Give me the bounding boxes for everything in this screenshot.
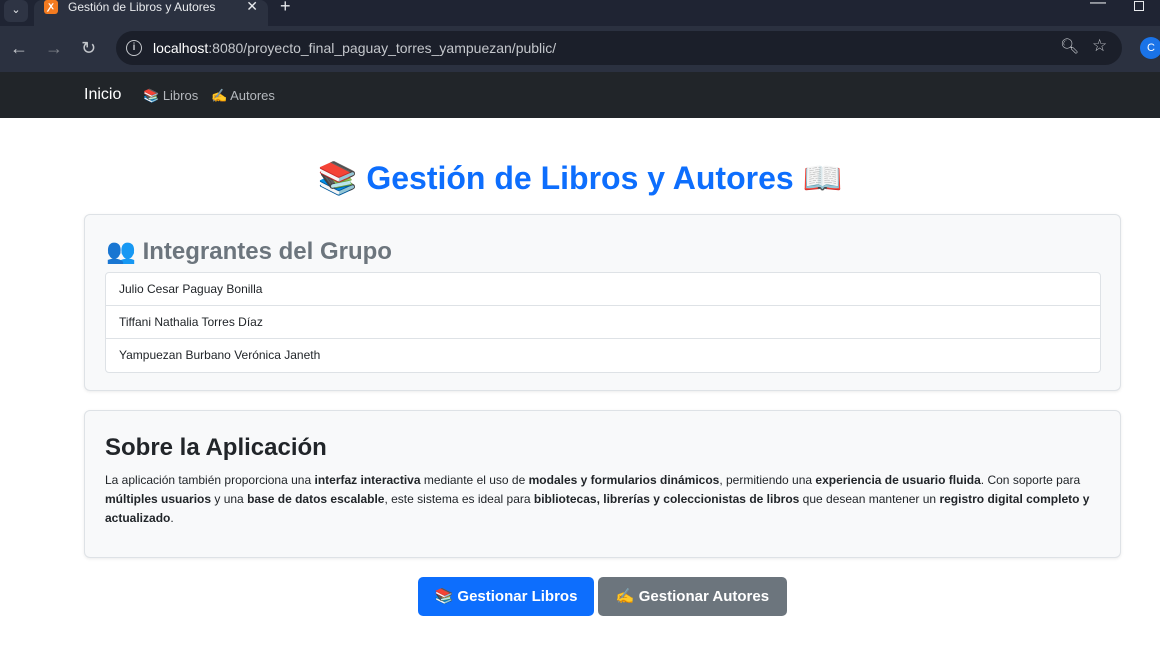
text-segment: La aplicación también proporciona una: [105, 473, 315, 487]
about-heading: Sobre la Aplicación: [105, 434, 327, 461]
team-heading-text: Integrantes del Grupo: [142, 238, 392, 265]
list-item: Julio Cesar Paguay Bonilla: [106, 273, 1100, 306]
site-info-icon[interactable]: i: [126, 40, 142, 56]
about-description: La aplicación también proporciona una in…: [105, 471, 1101, 528]
writing-hand-icon: ✍️: [211, 88, 228, 103]
text-segment: , permitiendo una: [719, 473, 816, 487]
text-segment: y una: [211, 492, 248, 506]
back-arrow-icon[interactable]: ←: [10, 38, 28, 58]
window-maximize-icon[interactable]: [1134, 1, 1144, 11]
navbar-brand-inicio[interactable]: Inicio: [84, 86, 121, 104]
text-segment-bold: interfaz interactiva: [314, 473, 421, 487]
people-icon: 👥: [106, 238, 136, 265]
tab-title: Gestión de Libros y Autores: [68, 0, 216, 14]
writing-hand-icon: ✍️: [615, 588, 635, 605]
text-segment-bold: modales y formularios dinámicos: [528, 473, 720, 487]
url-text[interactable]: localhost:8080/proyecto_final_paguay_tor…: [153, 40, 556, 56]
list-item: Tiffani Nathalia Torres Díaz: [106, 306, 1100, 339]
browser-tab-bar: ⌄ ꭗ Gestión de Libros y Autores ✕ + —: [0, 0, 1160, 26]
text-segment-bold: múltiples usuarios: [105, 492, 212, 506]
text-segment-bold: base de datos escalable: [247, 492, 385, 506]
text-segment: que desean mantener un: [799, 492, 940, 506]
text-segment-bold: experiencia de usuario fluida: [815, 473, 981, 487]
open-book-icon: 📖: [802, 160, 843, 196]
nav-link-libros-label: Libros: [162, 88, 199, 103]
nav-link-libros[interactable]: 📚 Libros: [143, 88, 198, 104]
url-path: :8080/proyecto_final_paguay_torres_yampu…: [208, 40, 557, 56]
list-item: Yampuezan Burbano Verónica Janeth: [119, 348, 321, 362]
app-navbar: Inicio 📚 Libros ✍️ Autores: [0, 72, 1160, 118]
new-tab-plus-icon[interactable]: +: [280, 0, 291, 17]
manage-books-label: Gestionar Libros: [457, 588, 578, 605]
text-segment-bold: bibliotecas, librerías y coleccionistas …: [533, 492, 800, 506]
text-segment: , este sistema es ideal para: [384, 492, 534, 506]
books-icon: 📚: [317, 160, 358, 196]
tab-search-chevron-icon[interactable]: ⌄: [4, 0, 28, 22]
manage-books-button[interactable]: 📚 Gestionar Libros: [418, 577, 594, 616]
browser-tab[interactable]: ꭗ Gestión de Libros y Autores ✕: [34, 0, 268, 26]
xampp-icon: ꭗ: [44, 0, 58, 14]
window-minimize-icon[interactable]: —: [1090, 0, 1106, 12]
bookmark-star-icon[interactable]: ☆: [1092, 36, 1107, 56]
forward-arrow-icon[interactable]: →: [45, 38, 63, 58]
manage-authors-label: Gestionar Autores: [638, 588, 770, 605]
reload-icon[interactable]: ↻: [81, 38, 96, 58]
team-card: 👥 Integrantes del Grupo Julio Cesar Pagu…: [84, 214, 1121, 391]
url-host: localhost: [153, 40, 209, 56]
zoom-icon[interactable]: 🔍︎: [1060, 37, 1079, 55]
about-card: Sobre la Aplicación La aplicación tambié…: [84, 410, 1121, 558]
profile-avatar[interactable]: C: [1140, 37, 1160, 59]
address-bar[interactable]: i localhost:8080/proyecto_final_paguay_t…: [116, 31, 1122, 65]
text-segment: mediante el uso de: [420, 473, 529, 487]
nav-link-autores-label: Autores: [230, 88, 275, 103]
nav-link-autores[interactable]: ✍️ Autores: [211, 88, 275, 104]
browser-toolbar: ← → ↻ i localhost:8080/proyecto_final_pa…: [0, 26, 1160, 72]
team-heading: 👥 Integrantes del Grupo: [106, 237, 392, 267]
tab-close-icon[interactable]: ✕: [246, 0, 258, 15]
text-segment: . Con soporte para: [980, 473, 1081, 487]
text-segment: .: [170, 511, 174, 525]
page-title-text: Gestión de Libros y Autores: [366, 160, 794, 196]
manage-authors-button[interactable]: ✍️ Gestionar Autores: [598, 577, 787, 616]
books-icon: 📚: [143, 88, 160, 103]
team-member-list: Julio Cesar Paguay Bonilla Tiffani Natha…: [105, 272, 1101, 373]
page-title: 📚 Gestión de Libros y Autores 📖: [0, 158, 1160, 198]
books-icon: 📚: [434, 588, 454, 605]
